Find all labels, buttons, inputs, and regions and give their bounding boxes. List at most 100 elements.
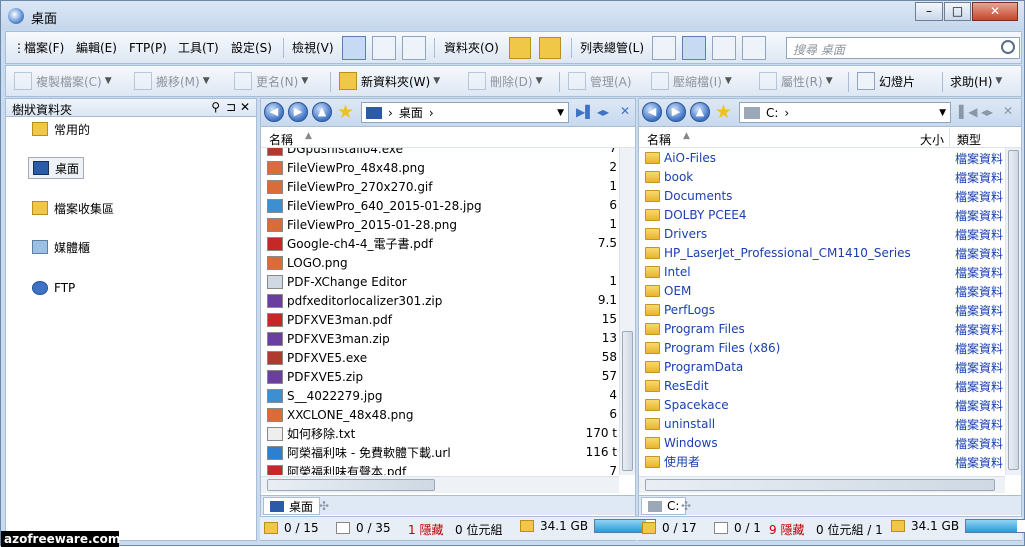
pane-sync-icon[interactable]: ◂▸ (597, 105, 609, 119)
folder-row[interactable]: uninstall 檔案資料 (639, 414, 1005, 433)
folder-tree-icon[interactable] (509, 36, 531, 59)
tree-item-collection[interactable]: 檔案收集區 (28, 197, 118, 219)
column-type-header[interactable]: 類型 (957, 131, 981, 148)
list-view-icon[interactable] (372, 35, 396, 60)
file-row[interactable]: pdfxeditorlocalizer301.zip 9.1 (261, 291, 619, 310)
up-icon[interactable]: ▲ (690, 102, 710, 122)
forward-icon[interactable]: ▶ (666, 102, 686, 122)
left-vertical-scrollbar[interactable] (619, 148, 635, 475)
tree-item-favorites[interactable]: 常用的 (28, 118, 94, 140)
left-path-box[interactable]: › 桌面 › ▼ (361, 102, 569, 123)
dual-pane-icon[interactable] (539, 36, 561, 59)
file-row[interactable]: XXCLONE_48x48.png 6 (261, 405, 619, 424)
rename-button[interactable]: 更名(N) (256, 73, 298, 90)
close-button[interactable]: ✕ (972, 2, 1018, 21)
chevron-down-icon[interactable]: ▼ (826, 76, 833, 86)
scroll-thumb[interactable] (267, 479, 435, 491)
folder-row[interactable]: Program Files 檔案資料 (639, 319, 1005, 338)
chevron-down-icon[interactable]: ▼ (105, 76, 112, 86)
column-name-header[interactable]: 名稱 (269, 131, 293, 148)
folder-row[interactable]: HP_LaserJet_Professional_CM1410_Series 檔案… (639, 243, 1005, 262)
file-row[interactable]: FileViewPro_48x48.png 2 (261, 158, 619, 177)
vertical-split-icon[interactable] (682, 35, 706, 60)
menu-file[interactable]: 檔案(F) (24, 32, 64, 63)
search-icon[interactable] (1001, 40, 1015, 54)
chevron-down-icon[interactable]: ▼ (557, 108, 564, 118)
minimize-button[interactable]: – (915, 2, 943, 21)
menu-folder[interactable]: 資料夾(O) (444, 32, 499, 63)
file-row[interactable]: Google-ch4-4_電子書.pdf 7.5 (261, 234, 619, 253)
folder-row[interactable]: AiO-Files 檔案資料 (639, 148, 1005, 167)
favorites-star-icon[interactable]: ★ (337, 101, 354, 123)
file-row[interactable]: 阿榮福利味 - 免費軟體下載.url 116 t (261, 443, 619, 462)
up-icon[interactable]: ▲ (312, 102, 332, 122)
details-view-icon[interactable] (342, 35, 366, 60)
right-horizontal-scrollbar[interactable] (639, 476, 1005, 493)
add-tab-icon[interactable]: ✣ (319, 499, 329, 513)
breadcrumb-chevron-icon[interactable]: › (784, 106, 789, 120)
file-row[interactable]: FileViewPro_270x270.gif 1 (261, 177, 619, 196)
pane-swap-icon[interactable]: ▌◀ (959, 105, 977, 119)
file-row[interactable]: PDFXVE5.exe 58 (261, 348, 619, 367)
right-vertical-scrollbar[interactable] (1005, 148, 1021, 475)
column-name-header[interactable]: 名稱 (647, 131, 671, 148)
close-pane-icon[interactable]: ✕ (1003, 104, 1013, 118)
folder-row[interactable]: Drivers 檔案資料 (639, 224, 1005, 243)
menu-ftp[interactable]: FTP(P) (129, 32, 167, 63)
pin-icon[interactable]: ⊐ (226, 100, 236, 114)
right-path-box[interactable]: C: › ▼ (739, 102, 951, 123)
back-icon[interactable]: ◀ (264, 102, 284, 122)
back-icon[interactable]: ◀ (642, 102, 662, 122)
folder-row[interactable]: Windows 檔案資料 (639, 433, 1005, 452)
file-row[interactable]: PDFXVE3man.zip 13 (261, 329, 619, 348)
folder-row[interactable]: ProgramData 檔案資料 (639, 357, 1005, 376)
folder-row[interactable]: OEM 檔案資料 (639, 281, 1005, 300)
scroll-thumb[interactable] (645, 479, 995, 491)
folder-row[interactable]: DOLBY PCEE4 檔案資料 (639, 205, 1005, 224)
single-pane-icon[interactable] (652, 35, 676, 60)
file-row[interactable]: 如何移除.txt 170 t (261, 424, 619, 443)
new-folder-button[interactable]: 新資料夾(W) (361, 73, 430, 90)
file-row[interactable]: PDF-XChange Editor 1 (261, 272, 619, 291)
folder-row[interactable]: Spacekace 檔案資料 (639, 395, 1005, 414)
menu-settings[interactable]: 設定(S) (231, 32, 272, 63)
folder-row[interactable]: book 檔案資料 (639, 167, 1005, 186)
column-size-header[interactable]: 大小 (920, 131, 944, 148)
add-tab-icon[interactable]: ✣ (681, 499, 691, 513)
thumbnail-view-icon[interactable] (402, 35, 426, 60)
file-row[interactable]: 阿榮福利味有聲本.pdf 7 (261, 462, 619, 475)
folder-row[interactable]: PerfLogs 檔案資料 (639, 300, 1005, 319)
chevron-down-icon[interactable]: ▼ (203, 76, 210, 86)
menu-edit[interactable]: 編輯(E) (76, 32, 117, 63)
file-row[interactable]: PDFXVE5.zip 57 (261, 367, 619, 386)
slideshow-button[interactable]: 幻燈片 (879, 73, 915, 90)
file-row[interactable]: FileViewPro_640_2015-01-28.jpg 6 (261, 196, 619, 215)
tree-item-desktop[interactable]: 桌面 (28, 157, 85, 179)
chevron-down-icon[interactable]: ▼ (939, 108, 946, 118)
help-button[interactable]: 求助(H) (950, 73, 992, 90)
pane-sync-icon[interactable]: ◂▸ (981, 105, 993, 119)
scroll-thumb[interactable] (622, 331, 633, 471)
chevron-down-icon[interactable]: ▼ (433, 76, 440, 86)
breadcrumb-chevron-icon[interactable]: › (429, 106, 434, 120)
delete-button[interactable]: 刪除(D) (490, 73, 533, 90)
compress-button[interactable]: 壓縮檔(I) (673, 73, 722, 90)
forward-icon[interactable]: ▶ (288, 102, 308, 122)
chevron-down-icon[interactable]: ▼ (301, 76, 308, 86)
properties-button[interactable]: 屬性(R) (781, 73, 823, 90)
manage-button[interactable]: 管理(A) (590, 73, 632, 90)
menu-view[interactable]: 檢視(V) (292, 32, 334, 63)
menu-list-manager[interactable]: 列表總管(L) (580, 32, 644, 63)
scroll-thumb[interactable] (1008, 150, 1019, 470)
tree-item-ftp[interactable]: FTP (28, 277, 79, 299)
folder-row[interactable]: Documents 檔案資料 (639, 186, 1005, 205)
file-row[interactable]: PDFXVE3man.pdf 15 (261, 310, 619, 329)
folder-row[interactable]: 使用者 檔案資料 (639, 452, 1005, 471)
close-pane-icon[interactable]: ✕ (620, 104, 630, 118)
left-horizontal-scrollbar[interactable] (261, 476, 619, 493)
chevron-down-icon[interactable]: ▼ (536, 76, 543, 86)
tree-item-library[interactable]: 媒體櫃 (28, 236, 94, 258)
chevron-down-icon[interactable]: ▼ (995, 76, 1002, 86)
preview-pane-icon[interactable] (742, 35, 766, 60)
close-icon[interactable]: ✕ (240, 100, 250, 114)
